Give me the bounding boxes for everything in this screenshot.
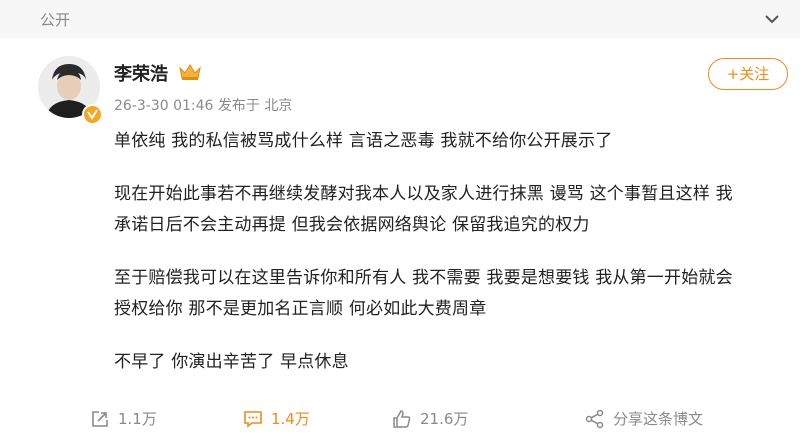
repost-icon xyxy=(92,410,108,427)
verified-badge-icon xyxy=(82,104,103,125)
share-label: 分享这条博文 xyxy=(613,410,704,428)
comment-count: 1.4万 xyxy=(271,410,310,428)
post-paragraph: 至于赔偿我可以在这里告诉你和所有人 我不需要 我要是想要钱 我从第一开始就会 授… xyxy=(114,263,784,325)
post-line: 现在开始此事若不再继续发酵对我本人以及家人进行抹黑 谩骂 这个事暂且这样 我 xyxy=(114,184,733,204)
post-content: 单依纯 我的私信被骂成什么样 言语之恶毒 我就不给你公开展示了 现在开始此事若不… xyxy=(114,126,784,400)
post-line: 至于赔偿我可以在这里告诉你和所有人 我不需要 我要是想要钱 我从第一开始就会 xyxy=(114,268,733,288)
post-paragraph: 单依纯 我的私信被骂成什么样 言语之恶毒 我就不给你公开展示了 xyxy=(114,126,784,157)
like-count: 21.6万 xyxy=(420,410,469,428)
like-button[interactable]: 21.6万 xyxy=(392,404,468,433)
share-icon xyxy=(585,409,604,428)
post-line: 单依纯 我的私信被骂成什么样 言语之恶毒 我就不给你公开展示了 xyxy=(114,131,613,151)
repost-count: 1.1万 xyxy=(118,410,157,428)
action-bar: 1.1万 1.4万 21.6万 分享这条博文 xyxy=(0,404,800,433)
post-line: 承诺日后不会主动再提 但我会依据网络舆论 保留我追究的权力 xyxy=(114,215,590,235)
like-icon xyxy=(393,409,411,428)
post-line: 授权给你 那不是更加名正言顺 何必如此大费周章 xyxy=(114,299,487,319)
post-paragraph: 现在开始此事若不再继续发酵对我本人以及家人进行抹黑 谩骂 这个事暂且这样 我 承… xyxy=(114,179,784,241)
post-paragraph: 不早了 你演出辛苦了 早点休息 xyxy=(114,347,784,378)
share-button[interactable]: 分享这条博文 xyxy=(585,404,703,433)
crown-icon xyxy=(178,63,202,81)
follow-button[interactable]: +关注 xyxy=(708,58,788,90)
post-meta: 26-3-30 01:46 发布于 北京 xyxy=(114,98,293,114)
post-line: 不早了 你演出辛苦了 早点休息 xyxy=(114,352,349,372)
comment-icon xyxy=(244,410,262,428)
visibility-label: 公开 xyxy=(40,11,71,29)
repost-button[interactable]: 1.1万 xyxy=(90,404,157,433)
user-name[interactable]: 李荣浩 xyxy=(114,60,168,86)
chevron-down-icon[interactable] xyxy=(764,11,780,25)
visibility-bar: 公开 xyxy=(0,0,800,38)
comment-button[interactable]: 1.4万 xyxy=(243,404,310,433)
